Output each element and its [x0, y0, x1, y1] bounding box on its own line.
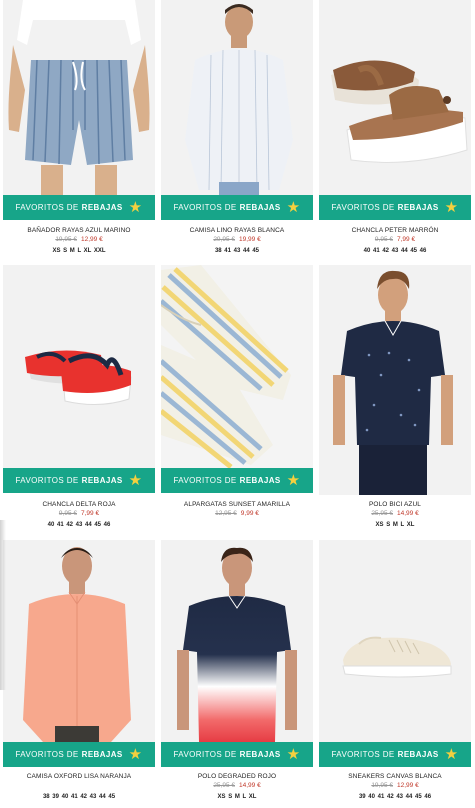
product-prices: 19,95 € 12,99 € [319, 782, 471, 789]
banner-highlight: REBAJAS [81, 750, 123, 759]
old-price: 9,95 € [374, 236, 393, 243]
sale-price: 9,99 € [240, 510, 259, 517]
banner-prefix: FAVORITOS DE [15, 203, 79, 212]
product-name[interactable]: CHANCLA PETER MARRÓN [319, 227, 471, 234]
sale-price: 12,99 € [81, 236, 103, 243]
size-list[interactable]: 40 41 42 43 44 45 46 [319, 248, 471, 254]
product-grid: FAVORITOS DE REBAJAS ★ BAÑADOR RAYAS AZUL … [0, 0, 475, 808]
product-prices: 9,95 € 7,99 € [319, 236, 471, 243]
sale-price: 12,99 € [397, 782, 419, 789]
banner-highlight: REBAJAS [81, 476, 123, 485]
old-price: 25,95 € [371, 510, 393, 517]
size-list[interactable]: 40 41 42 43 44 45 46 [3, 522, 155, 528]
product-image[interactable] [161, 265, 313, 468]
product-image[interactable] [319, 265, 471, 495]
sale-banner[interactable]: FAVORITOS DE REBAJAS ★ [319, 195, 471, 220]
star-icon: ★ [444, 199, 459, 216]
star-icon: ★ [286, 472, 301, 489]
product-prices: 25,95 € 14,99 € [319, 510, 471, 517]
product-image[interactable] [319, 0, 471, 195]
banner-prefix: FAVORITOS DE [15, 476, 79, 485]
shirt-image [161, 0, 313, 195]
star-icon: ★ [128, 746, 143, 763]
product-image[interactable] [161, 540, 313, 742]
banner-highlight: REBAJAS [239, 750, 281, 759]
star-icon: ★ [286, 199, 301, 216]
star-icon: ★ [128, 199, 143, 216]
sale-banner[interactable]: FAVORITOS DE REBAJAS ★ [3, 468, 155, 493]
product-image[interactable] [319, 540, 471, 742]
shirt-image [3, 540, 155, 742]
star-icon: ★ [444, 746, 459, 763]
product-prices: 29,95 € 19,99 € [161, 236, 313, 243]
banner-prefix: FAVORITOS DE [173, 476, 237, 485]
flip-flop-image [319, 0, 471, 195]
size-list[interactable]: XS S M L XL [319, 522, 471, 528]
sale-banner[interactable]: FAVORITOS DE REBAJAS ★ [161, 468, 313, 493]
sale-banner[interactable]: FAVORITOS DE REBAJAS ★ [161, 195, 313, 220]
banner-prefix: FAVORITOS DE [173, 203, 237, 212]
sale-price: 14,99 € [397, 510, 419, 517]
product-name[interactable]: SNEAKERS CANVAS BLANCA [319, 773, 471, 780]
sale-banner[interactable]: FAVORITOS DE REBAJAS ★ [3, 742, 155, 767]
polo-image [161, 540, 313, 742]
banner-prefix: FAVORITOS DE [173, 750, 237, 759]
size-list[interactable]: 38 41 43 44 45 [161, 248, 313, 254]
product-image[interactable] [3, 265, 155, 468]
old-price: 12,95 € [215, 510, 237, 517]
star-icon: ★ [286, 746, 301, 763]
banner-highlight: REBAJAS [397, 750, 439, 759]
edge-shadow [0, 520, 6, 690]
old-price: 9,95 € [58, 510, 77, 517]
product-prices: 9,95 € 7,99 € [3, 510, 155, 517]
old-price: 25,95 € [213, 782, 235, 789]
product-prices: 12,95 €9,99 € [161, 510, 313, 517]
product-name[interactable]: ALPARGATAS SUNSET AMARILLA [161, 501, 313, 508]
banner-highlight: REBAJAS [397, 203, 439, 212]
product-image[interactable] [3, 0, 155, 195]
product-name[interactable]: BAÑADOR RAYAS AZUL MARINO [3, 227, 155, 234]
polo-image [319, 265, 471, 495]
old-price: 19,95 € [55, 236, 77, 243]
banner-highlight: REBAJAS [239, 203, 281, 212]
product-image[interactable] [3, 540, 155, 742]
product-name[interactable]: POLO BICI AZUL [319, 501, 471, 508]
product-prices: 25,95 € 14,99 € [161, 782, 313, 789]
size-list[interactable]: XS S M L XL XXL [3, 248, 155, 254]
sale-price: 14,99 € [239, 782, 261, 789]
sale-banner[interactable]: FAVORITOS DE REBAJAS ★ [319, 742, 471, 767]
sneaker-image [319, 540, 471, 742]
product-image[interactable] [161, 0, 313, 195]
product-name[interactable]: CAMISA LINO RAYAS BLANCA [161, 227, 313, 234]
product-name[interactable]: POLO DEGRADED ROJO [161, 773, 313, 780]
flip-flop-image [3, 265, 155, 468]
old-price: 29,95 € [213, 236, 235, 243]
product-name[interactable]: CAMISA OXFORD LISA NARANJA [3, 773, 155, 780]
sale-price: 7,99 € [397, 236, 416, 243]
star-icon: ★ [128, 472, 143, 489]
banner-highlight: REBAJAS [81, 203, 123, 212]
product-name[interactable]: CHANCLA DELTA ROJA [3, 501, 155, 508]
espadrille-image [161, 265, 313, 468]
size-list[interactable]: 38 39 40 41 42 43 44 45 [3, 794, 155, 800]
sale-price: 19,99 € [239, 236, 261, 243]
product-prices: 19,95 € 12,99 € [3, 236, 155, 243]
size-list[interactable]: XS S M L XL [161, 794, 313, 800]
swim-shorts-image [3, 0, 155, 195]
banner-prefix: FAVORITOS DE [331, 750, 395, 759]
banner-prefix: FAVORITOS DE [15, 750, 79, 759]
sale-price: 7,99 € [81, 510, 100, 517]
sale-banner[interactable]: FAVORITOS DE REBAJAS ★ [3, 195, 155, 220]
sale-banner[interactable]: FAVORITOS DE REBAJAS ★ [161, 742, 313, 767]
old-price: 19,95 € [371, 782, 393, 789]
size-list[interactable]: 39 40 41 42 43 44 45 46 [319, 794, 471, 800]
banner-prefix: FAVORITOS DE [331, 203, 395, 212]
banner-highlight: REBAJAS [239, 476, 281, 485]
